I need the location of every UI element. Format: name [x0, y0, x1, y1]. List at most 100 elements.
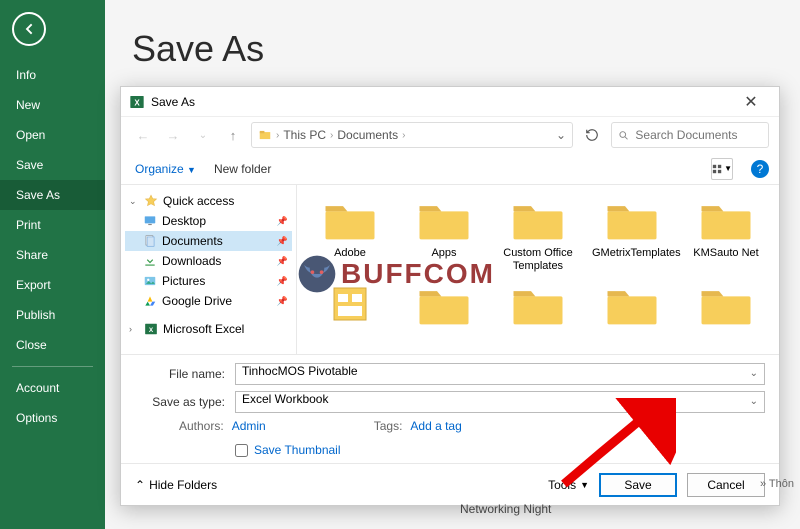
chevron-right-icon: ›	[129, 324, 139, 334]
pin-icon: 📌	[277, 296, 288, 307]
dialog-toolbar: Organize ▼ New folder ▼ ?	[121, 153, 779, 185]
back-arrow-icon	[21, 21, 37, 37]
folder-item[interactable]: KMSauto Net	[681, 195, 771, 276]
navigation-pane: ⌄ Quick access Desktop📌 Documents📌 Downl…	[121, 185, 297, 354]
chevron-down-icon: ▼	[187, 165, 196, 175]
sidebar-item-share[interactable]: Share	[0, 240, 105, 270]
nav-row: ← → ⌄ ↑ › This PC › Documents › ⌄	[121, 117, 779, 153]
sidebar-item-account[interactable]: Account	[0, 373, 105, 403]
folder-icon	[510, 284, 566, 328]
sidebar-item-options[interactable]: Options	[0, 403, 105, 433]
cancel-button[interactable]: Cancel	[687, 473, 765, 497]
chevron-down-icon: ⌄	[129, 196, 139, 207]
dialog-footer: ⌃ Hide Folders Tools ▼ Save Cancel	[121, 463, 779, 505]
chevron-down-icon[interactable]: ⌄	[556, 128, 566, 142]
sidebar-item-save[interactable]: Save	[0, 150, 105, 180]
search-icon	[618, 129, 629, 142]
file-item[interactable]	[305, 280, 395, 336]
authors-label: Authors:	[179, 419, 224, 433]
search-input[interactable]	[635, 128, 762, 142]
dialog-title: Save As	[151, 95, 731, 109]
pin-icon: 📌	[277, 276, 288, 287]
dialog-fields: File name: TinhocMOS Pivotable⌄ Save as …	[121, 354, 779, 463]
chevron-down-icon[interactable]: ⌄	[750, 368, 758, 379]
tree-microsoft-excel[interactable]: › X Microsoft Excel	[125, 319, 292, 339]
desktop-icon	[143, 214, 157, 228]
tags-label: Tags:	[374, 419, 403, 433]
refresh-button[interactable]	[579, 122, 605, 148]
star-icon	[144, 194, 158, 208]
pin-icon: 📌	[277, 216, 288, 227]
nav-up-button[interactable]: ↑	[221, 123, 245, 147]
chevron-down-icon: ▼	[724, 164, 732, 173]
documents-icon	[143, 234, 157, 248]
folder-item[interactable]: Apps	[399, 195, 489, 276]
breadcrumb-item[interactable]: Documents	[337, 128, 398, 142]
svg-text:X: X	[149, 327, 154, 334]
chevron-right-icon: ›	[276, 130, 279, 141]
sidebar-item-publish[interactable]: Publish	[0, 300, 105, 330]
sidebar-separator	[12, 366, 93, 367]
folder-icon	[258, 128, 272, 142]
new-folder-button[interactable]: New folder	[214, 162, 271, 176]
sidebar-item-export[interactable]: Export	[0, 270, 105, 300]
nav-forward-button[interactable]: →	[161, 123, 185, 147]
help-button[interactable]: ?	[751, 160, 769, 178]
save-as-dialog: X Save As ✕ ← → ⌄ ↑ › This PC › Document…	[120, 86, 780, 506]
tree-item-google-drive[interactable]: Google Drive📌	[125, 291, 292, 311]
tags-value[interactable]: Add a tag	[410, 419, 461, 433]
sidebar-item-save-as[interactable]: Save As	[0, 180, 105, 210]
sidebar-item-info[interactable]: Info	[0, 60, 105, 90]
nav-back-button[interactable]: ←	[131, 123, 155, 147]
folder-icon	[416, 284, 472, 328]
pictures-icon	[143, 274, 157, 288]
excel-icon: X	[144, 322, 158, 336]
pin-icon: 📌	[277, 256, 288, 267]
downloads-icon	[143, 254, 157, 268]
folder-item[interactable]	[493, 280, 583, 336]
folder-icon	[698, 199, 754, 243]
view-icon	[712, 163, 722, 175]
organize-dropdown[interactable]: Organize ▼	[135, 162, 196, 176]
tree-quick-access[interactable]: ⌄ Quick access	[125, 191, 292, 211]
sidebar-item-print[interactable]: Print	[0, 210, 105, 240]
tree-item-documents[interactable]: Documents📌	[125, 231, 292, 251]
file-name-input[interactable]: TinhocMOS Pivotable⌄	[235, 363, 765, 385]
save-button[interactable]: Save	[599, 473, 677, 497]
save-thumbnail-checkbox[interactable]	[235, 444, 248, 457]
hide-folders-button[interactable]: ⌃ Hide Folders	[135, 478, 217, 492]
dialog-titlebar: X Save As ✕	[121, 87, 779, 117]
sidebar-item-new[interactable]: New	[0, 90, 105, 120]
folder-item[interactable]: Adobe	[305, 195, 395, 276]
chevron-right-icon: ›	[330, 130, 333, 141]
background-crumb: » Thôn	[760, 478, 794, 490]
background-item: Networking Night	[460, 502, 551, 516]
folder-item[interactable]	[681, 280, 771, 336]
refresh-icon	[585, 128, 599, 142]
tree-item-desktop[interactable]: Desktop📌	[125, 211, 292, 231]
folder-icon	[604, 199, 660, 243]
sidebar-item-open[interactable]: Open	[0, 120, 105, 150]
nav-recent-dropdown[interactable]: ⌄	[191, 123, 215, 147]
pin-icon: 📌	[277, 236, 288, 247]
file-icon	[330, 284, 370, 324]
chevron-down-icon[interactable]: ⌄	[750, 396, 758, 407]
authors-value[interactable]: Admin	[232, 419, 266, 433]
tree-item-downloads[interactable]: Downloads📌	[125, 251, 292, 271]
folder-item[interactable]	[587, 280, 677, 336]
tools-dropdown[interactable]: Tools ▼	[548, 478, 589, 492]
breadcrumb-item[interactable]: This PC	[283, 128, 326, 142]
view-mode-button[interactable]: ▼	[711, 158, 733, 180]
chevron-right-icon: ›	[402, 130, 405, 141]
folder-item[interactable]: Custom Office Templates	[493, 195, 583, 276]
close-button[interactable]: ✕	[731, 92, 771, 112]
search-box[interactable]	[611, 122, 769, 148]
back-button[interactable]	[12, 12, 46, 46]
save-thumbnail-label[interactable]: Save Thumbnail	[254, 443, 341, 457]
save-type-dropdown[interactable]: Excel Workbook⌄	[235, 391, 765, 413]
breadcrumb[interactable]: › This PC › Documents › ⌄	[251, 122, 573, 148]
folder-item[interactable]	[399, 280, 489, 336]
tree-item-pictures[interactable]: Pictures📌	[125, 271, 292, 291]
sidebar-item-close[interactable]: Close	[0, 330, 105, 360]
folder-item[interactable]: GMetrixTemplates	[587, 195, 677, 276]
